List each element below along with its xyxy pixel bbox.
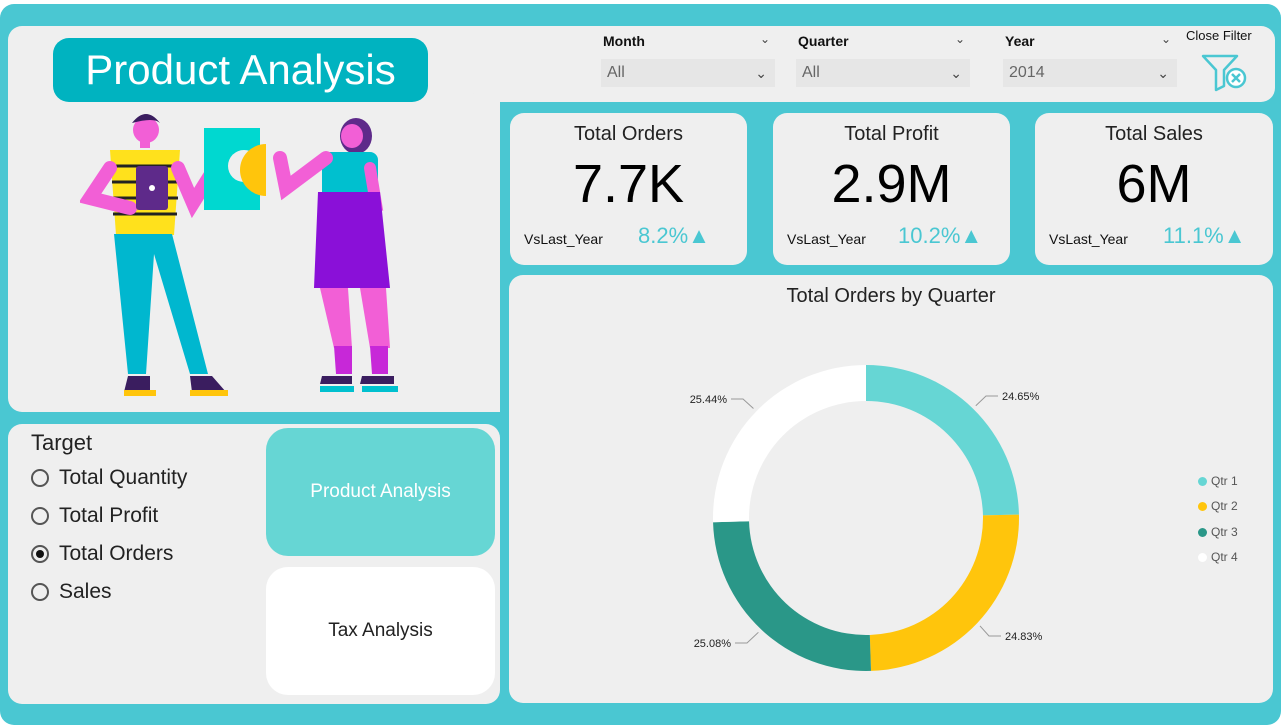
radio-icon [31, 469, 49, 487]
legend-dot [1198, 527, 1207, 537]
legend-item-qtr3[interactable]: Qtr 3 [1198, 525, 1238, 539]
radio-label: Total Quantity [59, 466, 188, 489]
chevron-down-icon[interactable]: ⌄ [1161, 32, 1171, 46]
kpi-title: Total Sales [1105, 123, 1203, 145]
chart-title: Total Orders by Quarter [786, 285, 996, 307]
clear-filter-icon[interactable] [1201, 52, 1249, 92]
kpi-card-total-profit: Total Profit 2.9M VsLast_Year 10.2%▲ [773, 113, 1010, 265]
quarter-select[interactable]: All ⌄ [796, 59, 970, 87]
chevron-down-icon: ⌄ [950, 65, 962, 81]
target-option-total-orders[interactable]: Total Orders [31, 542, 173, 566]
kpi-title: Total Orders [574, 123, 683, 145]
month-filter-label: Month [603, 33, 645, 49]
kpi-change-value: 10.2% [898, 223, 961, 248]
kpi-value: 7.7K [572, 154, 685, 214]
kpi-card-total-sales: Total Sales 6M VsLast_Year 11.1%▲ [1035, 113, 1273, 265]
kpi-change: 10.2%▲ [898, 223, 982, 249]
month-select-value: All [607, 64, 625, 81]
tax-analysis-button[interactable]: Tax Analysis [266, 567, 495, 695]
legend-label: Qtr 4 [1211, 550, 1238, 564]
chevron-down-icon[interactable]: ⌄ [760, 32, 770, 46]
kpi-change-value: 8.2% [638, 223, 689, 248]
target-option-total-profit[interactable]: Total Profit [31, 504, 158, 528]
radio-icon [31, 507, 49, 525]
year-filter-label: Year [1005, 33, 1035, 49]
kpi-change: 11.1%▲ [1163, 223, 1246, 249]
legend-item-qtr2[interactable]: Qtr 2 [1198, 499, 1238, 513]
page-title: Product Analysis [53, 38, 428, 102]
legend-label: Qtr 1 [1211, 474, 1238, 488]
radio-icon [31, 583, 49, 601]
legend-label: Qtr 2 [1211, 499, 1238, 513]
kpi-value: 2.9M [831, 154, 952, 214]
product-analysis-button[interactable]: Product Analysis [266, 428, 495, 556]
kpi-comparison-label: VsLast_Year [524, 231, 603, 247]
team-illustration [80, 114, 398, 396]
chart-panel: Total Orders by Quarter [509, 275, 1273, 703]
chevron-down-icon: ⌄ [1157, 65, 1169, 81]
legend-dot [1198, 552, 1207, 562]
legend-label: Qtr 3 [1211, 525, 1238, 539]
legend-item-qtr4[interactable]: Qtr 4 [1198, 550, 1238, 564]
month-select[interactable]: All ⌄ [601, 59, 775, 87]
triangle-up-icon: ▲ [960, 223, 983, 248]
legend-item-qtr1[interactable]: Qtr 1 [1198, 474, 1238, 488]
quarter-filter-label: Quarter [798, 33, 849, 49]
legend-dot [1198, 501, 1207, 511]
target-option-total-quantity[interactable]: Total Quantity [31, 466, 187, 490]
close-filter-label: Close Filter [1186, 28, 1252, 43]
triangle-up-icon: ▲ [1223, 223, 1246, 248]
kpi-title: Total Profit [844, 123, 939, 145]
kpi-comparison-label: VsLast_Year [787, 231, 866, 247]
year-select-value: 2014 [1009, 64, 1045, 81]
kpi-card-total-orders: Total Orders 7.7K VsLast_Year 8.2%▲ [510, 113, 747, 265]
chevron-down-icon[interactable]: ⌄ [955, 32, 965, 46]
kpi-value: 6M [1116, 154, 1192, 214]
kpi-change-value: 11.1% [1163, 223, 1224, 248]
quarter-select-value: All [802, 64, 820, 81]
target-title: Target [31, 430, 93, 455]
chevron-down-icon: ⌄ [755, 65, 767, 81]
year-select[interactable]: 2014 ⌄ [1003, 59, 1177, 87]
legend-dot [1198, 476, 1207, 486]
kpi-change: 8.2%▲ [638, 223, 710, 249]
radio-label: Total Profit [59, 504, 159, 527]
kpi-comparison-label: VsLast_Year [1049, 231, 1128, 247]
radio-selected-icon [31, 545, 49, 563]
triangle-up-icon: ▲ [688, 223, 710, 248]
target-option-sales[interactable]: Sales [31, 580, 112, 604]
radio-label: Sales [59, 580, 112, 603]
radio-label: Total Orders [59, 542, 174, 565]
